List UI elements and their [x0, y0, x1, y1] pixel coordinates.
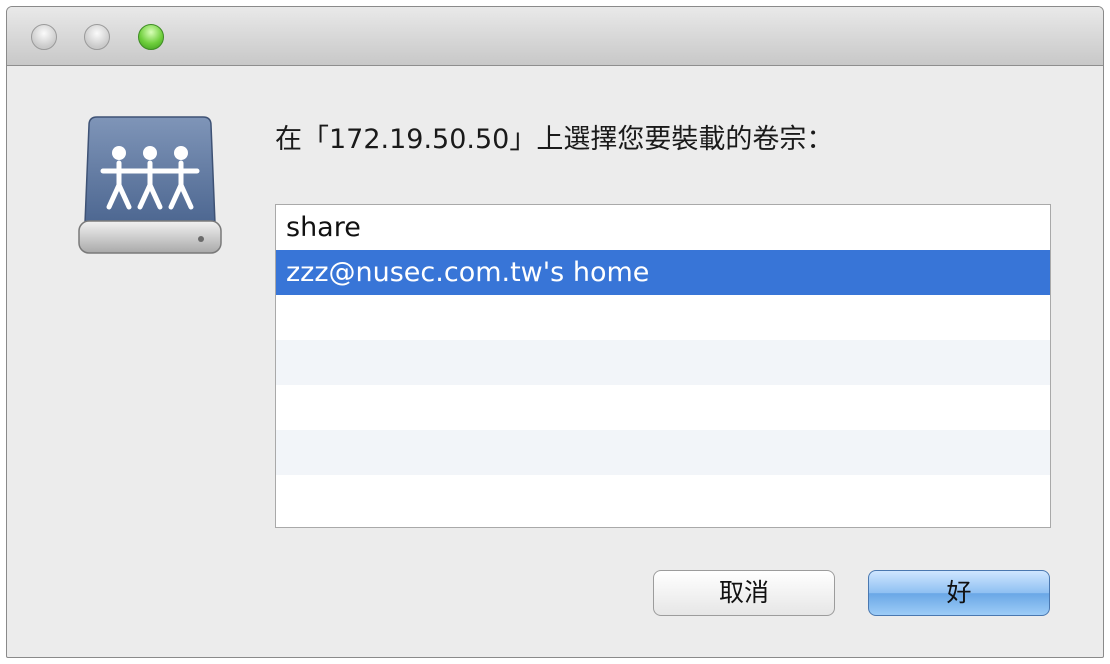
cancel-button[interactable]: 取消: [653, 570, 835, 616]
zoom-window-button[interactable]: [138, 24, 164, 50]
list-item: [276, 295, 1050, 340]
list-item: [276, 430, 1050, 475]
mount-volume-dialog: 在「172.19.50.50」上選擇您要裝載的卷宗： share zzz@nus…: [6, 6, 1104, 658]
list-item[interactable]: zzz@nusec.com.tw's home: [276, 250, 1050, 295]
title-bar: [7, 7, 1103, 66]
dialog-prompt: 在「172.19.50.50」上選擇您要裝載的卷宗：: [275, 124, 834, 155]
list-item: [276, 340, 1050, 385]
list-item: [276, 475, 1050, 520]
volume-list[interactable]: share zzz@nusec.com.tw's home: [275, 204, 1051, 528]
network-share-drive-icon: [75, 115, 225, 265]
list-item: [276, 385, 1050, 430]
minimize-window-button[interactable]: [84, 24, 110, 50]
close-window-button[interactable]: [31, 24, 57, 50]
ok-button[interactable]: 好: [868, 570, 1050, 616]
list-item[interactable]: share: [276, 205, 1050, 250]
